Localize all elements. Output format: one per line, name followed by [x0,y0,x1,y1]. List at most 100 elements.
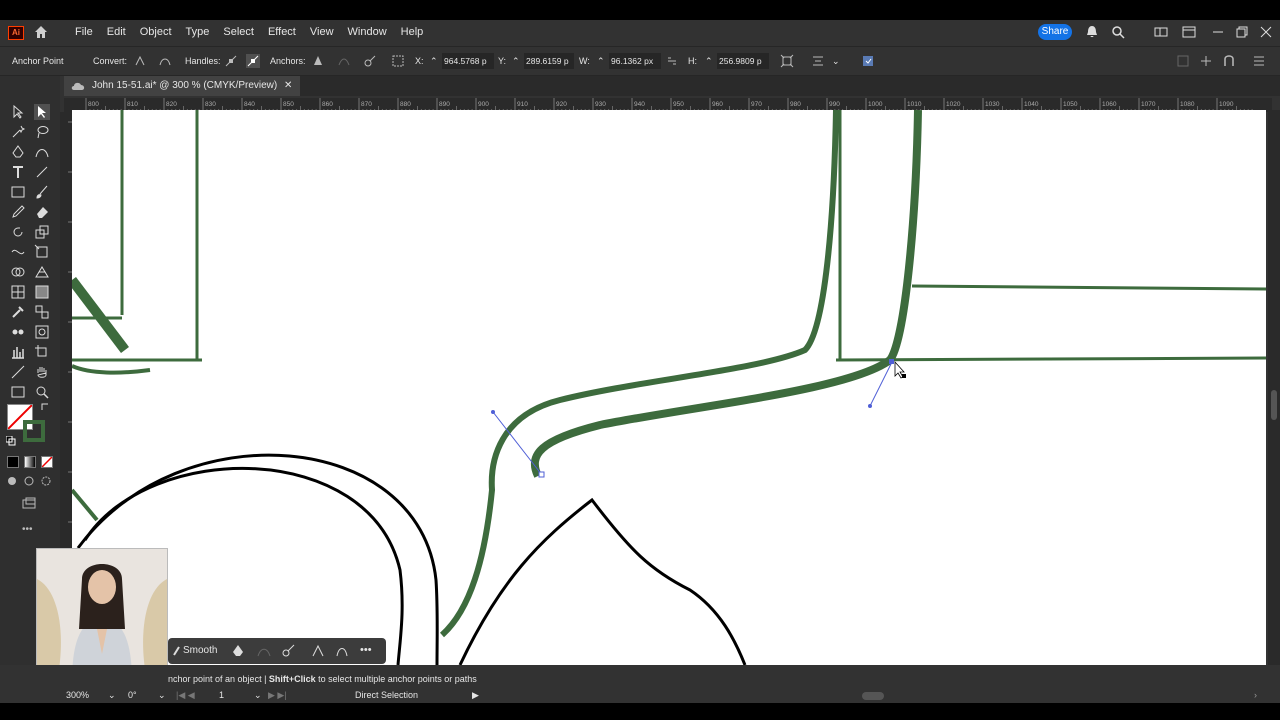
line-tool-icon[interactable] [34,164,50,180]
shape-builder-icon[interactable] [10,264,26,280]
zoom-level[interactable]: 300% [66,690,89,702]
h-stepper-icon[interactable]: ⌃ [705,56,713,67]
smooth-label[interactable]: Smooth [183,645,217,656]
column-graph-icon[interactable] [10,344,26,360]
show-handles-icon[interactable] [224,54,238,68]
status-menu-icon[interactable]: ▶ [472,690,479,702]
hand-tool-icon[interactable] [34,364,50,380]
paintbrush-icon[interactable] [34,184,50,200]
draw-behind-icon[interactable] [23,475,35,487]
workspace-icon[interactable] [1182,25,1196,39]
vertical-scrollbar[interactable] [1268,110,1280,665]
selected-curve-path[interactable] [530,110,922,478]
direct-selection-tool-icon[interactable] [34,104,50,120]
arrange-documents-icon[interactable] [1154,25,1168,39]
artboard-number[interactable]: 1 [219,690,224,702]
scroll-thumb[interactable] [1271,390,1277,420]
rotation-value[interactable]: 0° [128,690,137,702]
w-stepper-icon[interactable]: ⌃ [597,56,605,67]
rectangle-tool-icon[interactable] [10,184,26,200]
draw-inside-icon[interactable] [40,475,52,487]
y-field[interactable]: 289.6159 p [524,53,574,69]
menu-view[interactable]: View [303,20,341,44]
artboard-tool-icon[interactable] [34,344,50,360]
zoom-tool-icon[interactable] [34,384,50,400]
menu-type[interactable]: Type [179,20,217,44]
convert-corner-icon-2[interactable] [310,643,326,659]
perspective-grid-icon[interactable] [34,264,50,280]
left-diagonal-stroke[interactable] [72,276,129,354]
eraser-icon[interactable] [34,204,50,220]
convert-to-smooth-icon[interactable] [158,54,172,68]
scale-icon[interactable] [34,224,50,240]
left-curve[interactable] [72,364,151,375]
cut-path-icon[interactable] [363,54,377,68]
more-tools-icon[interactable]: ••• [22,524,33,535]
rotation-dropdown-icon[interactable]: ⌄ [158,690,166,702]
transform-icon[interactable] [780,54,794,68]
horizontal-scroll-thumb[interactable] [862,692,884,700]
leaf-shape-path[interactable] [458,497,747,665]
hide-handles-icon[interactable] [246,54,260,68]
curvature-tool-icon[interactable] [34,144,50,160]
zoom-dropdown-icon[interactable]: ⌄ [108,690,116,702]
select-similar-icon[interactable] [861,54,875,68]
convert-to-corner-icon[interactable] [133,54,147,68]
gradient-icon[interactable] [34,284,50,300]
gradient-mode-button[interactable] [24,456,36,468]
blend-tool-icon[interactable] [34,304,50,320]
mesh-icon[interactable] [10,284,26,300]
slice-tool-icon[interactable] [10,364,26,380]
close-tab-icon[interactable]: ✕ [284,76,292,96]
pathfinder-icon[interactable] [1199,54,1213,68]
convert-smooth-icon-2[interactable] [334,643,350,659]
image-trace-icon[interactable] [34,324,50,340]
menu-effect[interactable]: Effect [261,20,303,44]
artboard-canvas[interactable] [72,110,1266,665]
restore-icon[interactable] [1235,25,1249,39]
isolate-icon[interactable] [391,54,405,68]
magic-wand-icon[interactable] [10,124,26,140]
join-curve-icon[interactable] [256,643,272,659]
bell-icon[interactable] [1085,25,1099,39]
close-icon[interactable] [1259,25,1273,39]
width-tool-icon[interactable] [10,244,26,260]
screen-mode-icon[interactable] [21,496,37,512]
home-icon[interactable] [33,24,49,40]
draw-normal-icon[interactable] [6,475,18,487]
more-options-icon[interactable]: ••• [360,644,372,656]
menu-select[interactable]: Select [216,20,261,44]
none-mode-button[interactable] [41,456,53,468]
pen-add-icon[interactable] [230,643,246,659]
right-ledge[interactable] [835,356,1266,362]
smooth-tool-icon[interactable] [172,645,182,657]
menu-window[interactable]: Window [341,20,394,44]
x-stepper-icon[interactable]: ⌃ [430,56,438,67]
eyedropper-icon[interactable] [10,304,26,320]
align-icon[interactable] [811,54,825,68]
first-artboard-icon[interactable]: |◀ ◀ [176,690,195,702]
menu-file[interactable]: File [68,20,100,44]
link-proportions-icon[interactable] [665,54,679,68]
pencil-icon[interactable] [10,204,26,220]
w-field[interactable]: 96.1362 px [609,53,661,69]
symbol-sprayer-icon[interactable] [10,324,26,340]
pen-tool-icon[interactable] [10,144,26,160]
color-mode-button[interactable] [7,456,19,468]
artwork[interactable] [72,110,1266,665]
panel-toggle-icon[interactable] [1176,54,1190,68]
menu-icon[interactable] [1252,54,1266,68]
x-field[interactable]: 964.5768 p [442,53,494,69]
type-tool-icon[interactable] [10,164,26,180]
menu-object[interactable]: Object [133,20,179,44]
scroll-right-icon[interactable]: › [1254,690,1257,702]
print-tiling-icon[interactable] [10,384,26,400]
h-field[interactable]: 256.9809 p [717,53,769,69]
connect-anchors-icon[interactable] [337,54,351,68]
rotate-icon[interactable] [10,224,26,240]
search-icon[interactable] [1111,25,1125,39]
selection-tool-icon[interactable] [10,104,26,120]
free-transform-icon[interactable] [34,244,50,260]
swap-fill-stroke-icon[interactable] [40,402,50,412]
next-artboard-icon[interactable]: ▶ ▶| [268,690,287,702]
